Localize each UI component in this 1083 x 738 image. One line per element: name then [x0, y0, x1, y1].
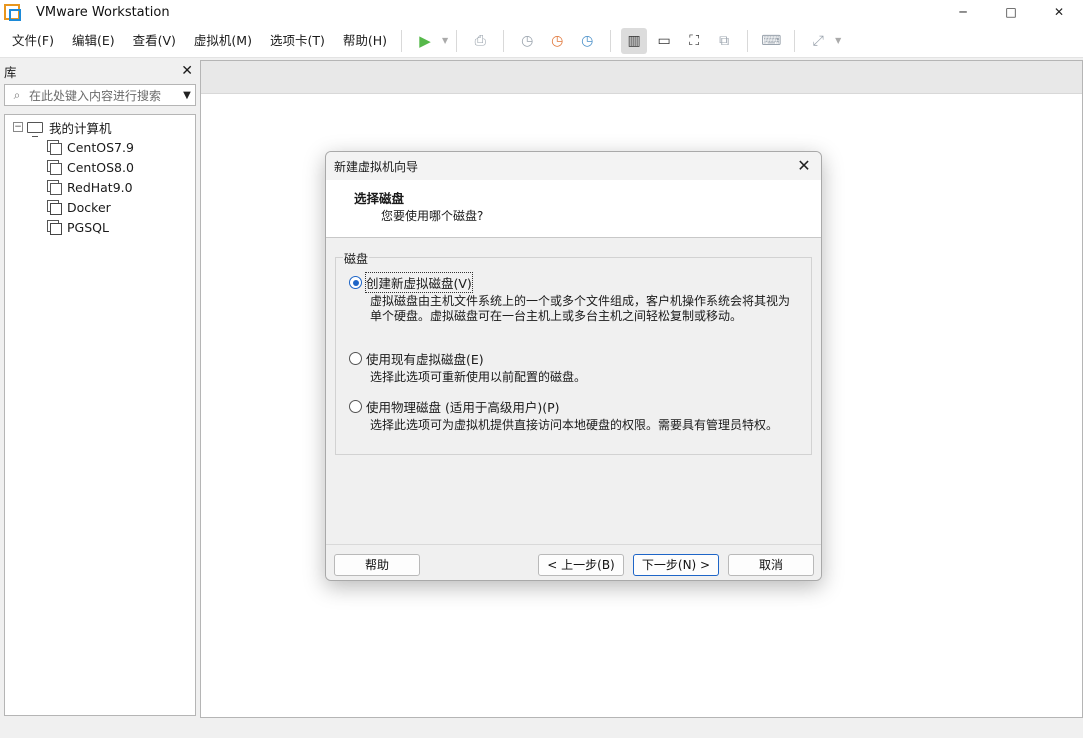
vm-icon	[47, 140, 62, 155]
menu-edit[interactable]: 编辑(E)	[66, 29, 121, 53]
vm-icon	[47, 160, 62, 175]
revert-snapshot-icon[interactable]: ◷	[544, 28, 570, 54]
radio-label[interactable]: 创建新虚拟磁盘(V)	[365, 272, 473, 293]
dialog-close-icon[interactable]: ✕	[793, 156, 815, 176]
search-dropdown-icon[interactable]: ▼	[179, 90, 195, 101]
power-on-icon[interactable]: ▶	[412, 28, 438, 54]
disk-group-title: 磁盘	[343, 250, 370, 267]
option-description: 选择此选项可重新使用以前配置的磁盘。	[370, 370, 587, 384]
dialog-header: 选择磁盘 您要使用哪个磁盘?	[326, 180, 821, 238]
window-controls: ─ □ ✕	[939, 0, 1083, 24]
dialog-title: 新建虚拟机向导	[334, 159, 419, 174]
library-panel: 库 ✕ ⌕ 在此处键入内容进行搜索 ▼ − 我的计算机 CentOS7.9 Ce…	[0, 60, 199, 738]
minimize-button[interactable]: ─	[939, 0, 987, 24]
tree-item-vm[interactable]: CentOS8.0	[5, 157, 195, 177]
menu-toolbar: 文件(F) 编辑(E) 查看(V) 虚拟机(M) 选项卡(T) 帮助(H) ▶ …	[0, 24, 1083, 58]
tree-item-vm[interactable]: CentOS7.9	[5, 137, 195, 157]
toolbar-separator	[401, 29, 403, 52]
fullscreen-icon[interactable]: ⛶	[681, 28, 707, 54]
shared-vm-icon	[47, 220, 62, 235]
tree-item-label: PGSQL	[67, 219, 109, 235]
library-header: 库 ✕	[0, 60, 199, 82]
shared-vm-icon	[47, 200, 62, 215]
toolbar-separator	[503, 29, 505, 52]
tree-item-vm[interactable]: Docker	[5, 197, 195, 217]
radio-button-checked[interactable]	[349, 276, 362, 289]
menu-vm[interactable]: 虚拟机(M)	[188, 29, 258, 53]
tree-item-vm[interactable]: RedHat9.0	[5, 177, 195, 197]
dialog-title-bar: 新建虚拟机向导 ✕	[326, 152, 821, 180]
stretch-view-icon[interactable]: ⤢	[805, 28, 831, 54]
tree-item-my-computer[interactable]: − 我的计算机	[5, 117, 195, 137]
window-title: VMware Workstation	[36, 4, 170, 20]
snapshot-manager-icon[interactable]: ◷	[574, 28, 600, 54]
new-vm-wizard-dialog: 新建虚拟机向导 ✕ 选择磁盘 您要使用哪个磁盘? 磁盘 创建新虚拟磁盘(V) 虚…	[325, 151, 822, 581]
library-tree: − 我的计算机 CentOS7.9 CentOS8.0 RedHat9.0 Do…	[4, 114, 196, 716]
computer-icon	[27, 121, 43, 137]
dialog-body: 磁盘 创建新虚拟磁盘(V) 虚拟磁盘由主机文件系统上的一个或多个文件组成，客户机…	[326, 238, 821, 535]
radio-use-existing-disk[interactable]: 使用现有虚拟磁盘(E)	[349, 349, 484, 368]
menu-view[interactable]: 查看(V)	[127, 29, 182, 53]
close-window-button[interactable]: ✕	[1035, 0, 1083, 24]
tree-item-label: 我的计算机	[49, 120, 112, 136]
library-close-icon[interactable]: ✕	[181, 63, 193, 79]
console-icon[interactable]: ⌨	[758, 28, 784, 54]
unity-icon[interactable]: ⧉	[711, 28, 737, 54]
radio-label[interactable]: 使用物理磁盘 (适用于高级用户)(P)	[366, 397, 560, 416]
tree-item-label: CentOS7.9	[67, 139, 134, 155]
radio-button[interactable]	[349, 400, 362, 413]
toolbar-separator	[610, 29, 612, 52]
send-ctrl-alt-del-icon[interactable]: ⎙	[467, 28, 493, 54]
library-title: 库	[4, 64, 17, 80]
radio-create-new-disk[interactable]: 创建新虚拟磁盘(V)	[349, 272, 473, 293]
tree-item-label: Docker	[67, 199, 111, 215]
menu-tabs[interactable]: 选项卡(T)	[264, 29, 331, 53]
radio-label[interactable]: 使用现有虚拟磁盘(E)	[366, 349, 484, 368]
dialog-subheading: 您要使用哪个磁盘?	[381, 209, 484, 223]
tab-strip	[201, 61, 1082, 94]
show-library-icon[interactable]: ▥	[621, 27, 648, 54]
view-dropdown-icon[interactable]: ▼	[835, 36, 841, 45]
menu-file[interactable]: 文件(F)	[6, 29, 60, 53]
thumbnail-bar-icon[interactable]: ▭	[651, 28, 677, 54]
next-button[interactable]: 下一步(N) >	[633, 554, 719, 576]
status-bar	[0, 718, 1083, 738]
help-button[interactable]: 帮助	[334, 554, 420, 576]
vm-icon	[47, 180, 62, 195]
tree-item-label: RedHat9.0	[67, 179, 133, 195]
dialog-heading: 选择磁盘	[354, 191, 405, 206]
tree-item-vm[interactable]: PGSQL	[5, 217, 195, 237]
radio-use-physical-disk[interactable]: 使用物理磁盘 (适用于高级用户)(P)	[349, 397, 560, 416]
library-search[interactable]: ⌕ 在此处键入内容进行搜索 ▼	[4, 84, 196, 106]
snapshot-icon[interactable]: ◷	[514, 28, 540, 54]
collapse-icon[interactable]: −	[13, 122, 23, 132]
title-bar: VMware Workstation ─ □ ✕	[0, 0, 1083, 24]
power-dropdown-icon[interactable]: ▼	[442, 36, 448, 45]
cancel-button[interactable]: 取消	[728, 554, 814, 576]
option-description: 虚拟磁盘由主机文件系统上的一个或多个文件组成，客户机操作系统会将其视为单个硬盘。…	[370, 294, 791, 323]
maximize-button[interactable]: □	[987, 0, 1035, 24]
radio-button[interactable]	[349, 352, 362, 365]
back-button[interactable]: < 上一步(B)	[538, 554, 624, 576]
toolbar-separator	[456, 29, 458, 52]
dialog-footer: 帮助 < 上一步(B) 下一步(N) > 取消	[326, 544, 821, 580]
search-input[interactable]: 在此处键入内容进行搜索	[29, 87, 179, 104]
toolbar-separator	[747, 29, 749, 52]
menu-help[interactable]: 帮助(H)	[337, 29, 393, 53]
vmware-logo-icon	[4, 4, 21, 21]
search-icon: ⌕	[13, 87, 21, 102]
option-description: 选择此选项可为虚拟机提供直接访问本地硬盘的权限。需要具有管理员特权。	[370, 418, 779, 432]
toolbar-separator	[794, 29, 796, 52]
tree-item-label: CentOS8.0	[67, 159, 134, 175]
